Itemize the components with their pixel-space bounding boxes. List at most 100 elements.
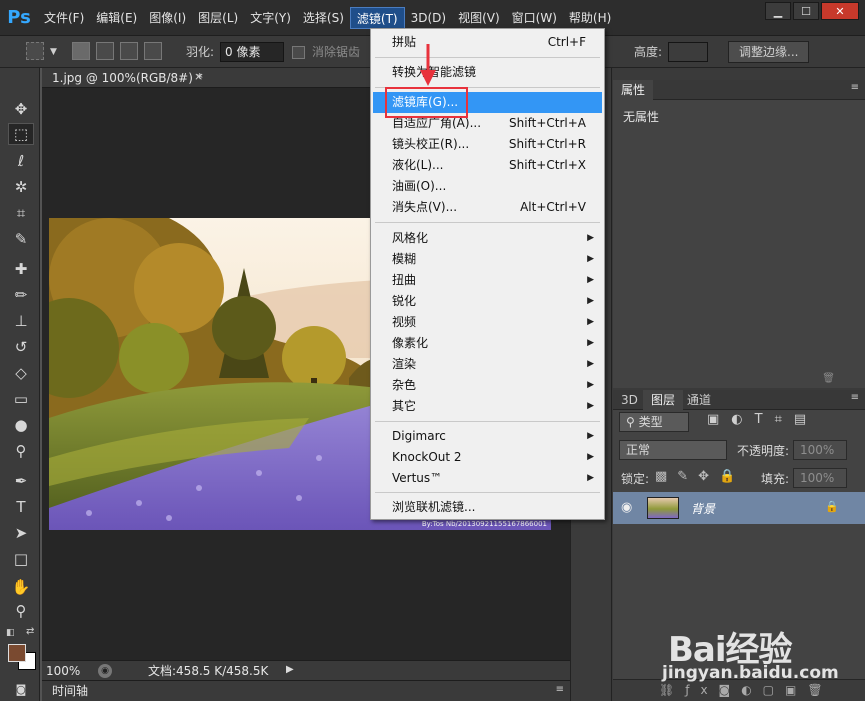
menu-item-tile[interactable]: 拼贴 Ctrl+F bbox=[373, 32, 602, 53]
timeline-label[interactable]: 时间轴 bbox=[52, 683, 88, 699]
opacity-input[interactable]: 100% bbox=[793, 440, 847, 460]
menu-window[interactable]: 窗口(W) bbox=[506, 7, 563, 29]
menu-item-distort[interactable]: 扭曲 ▶ bbox=[373, 270, 602, 291]
menu-select[interactable]: 选择(S) bbox=[297, 7, 350, 29]
tab-3d[interactable]: 3D bbox=[613, 390, 646, 410]
lasso-tool-icon[interactable]: ℓ bbox=[8, 150, 34, 172]
fill-input[interactable]: 100% bbox=[793, 468, 847, 488]
menu-help[interactable]: 帮助(H) bbox=[563, 7, 617, 29]
blend-mode-select[interactable]: 正常 bbox=[619, 440, 727, 460]
refine-edge-button[interactable]: 调整边缘... bbox=[728, 41, 810, 63]
search-icon: ⚲ bbox=[626, 415, 639, 429]
menu-item-oil-paint[interactable]: 油画(O)... bbox=[373, 176, 602, 197]
menu-layer[interactable]: 图层(L) bbox=[192, 7, 244, 29]
panel-menu-icon[interactable]: ≡ bbox=[556, 684, 564, 695]
layer-filter-kind-select[interactable]: ⚲ 类型 bbox=[619, 412, 689, 432]
document-size-info: 文档:458.5 K/458.5K bbox=[148, 664, 269, 678]
swap-colors-icon[interactable]: ⇄ bbox=[26, 626, 36, 637]
restore-button[interactable]: ☐ bbox=[793, 2, 819, 20]
pen-tool-icon[interactable]: ✒ bbox=[8, 470, 34, 492]
layer-name[interactable]: 背景 bbox=[691, 500, 715, 517]
foreground-color-swatch[interactable] bbox=[8, 644, 26, 662]
feather-input[interactable]: 0 像素 bbox=[220, 42, 284, 62]
new-selection-icon[interactable] bbox=[72, 42, 90, 60]
tab-properties[interactable]: 属性 bbox=[613, 80, 654, 100]
menu-item-liquify[interactable]: 液化(L)... Shift+Ctrl+X bbox=[373, 155, 602, 176]
menu-type[interactable]: 文字(Y) bbox=[244, 7, 297, 29]
lock-icons[interactable]: ▩✎✥🔒 bbox=[655, 469, 745, 484]
menu-item-video[interactable]: 视频 ▶ bbox=[373, 312, 602, 333]
antialias-label: 消除锯齿 bbox=[312, 45, 361, 59]
menu-item-other[interactable]: 其它 ▶ bbox=[373, 396, 602, 417]
menu-item-convert-smart-filter[interactable]: 转换为智能滤镜 bbox=[373, 62, 602, 83]
layer-filter-icons[interactable]: ▣◐T⌗▤ bbox=[707, 412, 818, 427]
status-menu-arrow-icon[interactable]: ▶ bbox=[286, 664, 294, 675]
menu-file[interactable]: 文件(F) bbox=[38, 7, 90, 29]
menu-item-sharpen[interactable]: 锐化 ▶ bbox=[373, 291, 602, 312]
menu-filter[interactable]: 滤镜(T) bbox=[349, 6, 405, 29]
menu-image[interactable]: 图像(I) bbox=[143, 7, 192, 29]
close-button[interactable]: ✕ bbox=[821, 2, 859, 20]
gradient-tool-icon[interactable]: ▭ bbox=[8, 388, 34, 410]
default-colors-icon[interactable]: ◧ bbox=[6, 628, 16, 638]
menu-item-pixelate[interactable]: 像素化 ▶ bbox=[373, 333, 602, 354]
add-selection-icon[interactable] bbox=[96, 42, 114, 60]
eyedropper-icon[interactable]: ✎ bbox=[8, 228, 34, 250]
brush-tool-icon[interactable]: ✏ bbox=[8, 284, 34, 306]
type-tool-icon[interactable]: T bbox=[8, 496, 34, 518]
subtract-selection-icon[interactable] bbox=[120, 42, 138, 60]
menu-item-vertus[interactable]: Vertus™ ▶ bbox=[373, 468, 602, 489]
menu-item-filter-gallery[interactable]: 滤镜库(G)... bbox=[373, 92, 602, 113]
layers-footer: ⛓ƒx◙◐▢▣🗑 bbox=[613, 679, 865, 701]
history-brush-icon[interactable]: ↺ bbox=[8, 336, 34, 358]
menu-item-digimarc[interactable]: Digimarc ▶ bbox=[373, 426, 602, 447]
marquee-preset-icon[interactable] bbox=[26, 42, 44, 60]
intersect-selection-icon[interactable] bbox=[144, 42, 162, 60]
marquee-tool-icon[interactable]: ⬚ bbox=[8, 123, 34, 145]
menu-item-lens-correction[interactable]: 镜头校正(R)... Shift+Ctrl+R bbox=[373, 134, 602, 155]
menu-edit[interactable]: 编辑(E) bbox=[90, 7, 143, 29]
layer-footer-icons[interactable]: ⛓ƒx◙◐▢▣🗑 bbox=[659, 683, 834, 697]
rectangle-tool-icon[interactable]: □ bbox=[8, 548, 34, 570]
dodge-tool-icon[interactable]: ⚲ bbox=[8, 440, 34, 462]
trash-icon[interactable]: 🗑 bbox=[822, 373, 835, 384]
menu-item-vanishing-point[interactable]: 消失点(V)... Alt+Ctrl+V bbox=[373, 197, 602, 218]
status-info-icon[interactable]: ◉ bbox=[98, 664, 112, 678]
clone-stamp-icon[interactable]: ⊥ bbox=[8, 310, 34, 332]
eraser-icon[interactable]: ◇ bbox=[8, 362, 34, 384]
menu-item-blur[interactable]: 模糊 ▶ bbox=[373, 249, 602, 270]
lock-icon: 🔒 bbox=[825, 500, 839, 513]
panel-menu-icon[interactable]: ≡ bbox=[851, 392, 859, 403]
tab-layers[interactable]: 图层 bbox=[643, 390, 684, 410]
menu-item-knockout[interactable]: KnockOut 2 ▶ bbox=[373, 447, 602, 468]
menu-item-noise[interactable]: 杂色 ▶ bbox=[373, 375, 602, 396]
timeline-bar: 时间轴 ≡ bbox=[42, 680, 570, 701]
chevron-down-icon[interactable]: ▼ bbox=[50, 42, 57, 62]
tab-channels[interactable]: 通道 bbox=[679, 390, 719, 410]
menu-3d[interactable]: 3D(D) bbox=[405, 7, 452, 29]
minimize-button[interactable]: ▁ bbox=[765, 2, 791, 20]
quick-mask-icon[interactable]: ◙ bbox=[8, 678, 34, 700]
menu-item-render[interactable]: 渲染 ▶ bbox=[373, 354, 602, 375]
crop-tool-icon[interactable]: ⌗ bbox=[8, 202, 34, 224]
menu-view[interactable]: 视图(V) bbox=[452, 7, 506, 29]
path-selection-icon[interactable]: ➤ bbox=[8, 522, 34, 544]
menu-item-browse-online-filters[interactable]: 浏览联机滤镜... bbox=[373, 497, 602, 518]
antialias-checkbox[interactable] bbox=[292, 46, 305, 59]
layer-row[interactable]: ◉ 背景 🔒 bbox=[613, 492, 865, 524]
properties-tab-bar: 属性 ≡ bbox=[613, 80, 865, 100]
height-input[interactable] bbox=[668, 42, 708, 62]
healing-brush-icon[interactable]: ✚ bbox=[8, 258, 34, 280]
menu-item-stylize[interactable]: 风格化 ▶ bbox=[373, 228, 602, 249]
zoom-tool-icon[interactable]: ⚲ bbox=[8, 600, 34, 622]
menu-item-adaptive-wide-angle[interactable]: 自适应广角(A)... Shift+Ctrl+A bbox=[373, 113, 602, 134]
hand-tool-icon[interactable]: ✋ bbox=[8, 576, 34, 598]
eye-icon[interactable]: ◉ bbox=[621, 500, 632, 515]
close-tab-icon[interactable]: × bbox=[194, 70, 203, 83]
panel-menu-icon[interactable]: ≡ bbox=[851, 82, 859, 93]
blur-tool-icon[interactable]: ● bbox=[8, 414, 34, 436]
zoom-level[interactable]: 100% bbox=[46, 663, 80, 679]
layer-filter-kind-label: 类型 bbox=[638, 415, 663, 429]
magic-wand-icon[interactable]: ✲ bbox=[8, 176, 34, 198]
move-tool-icon[interactable]: ✥ bbox=[8, 98, 34, 120]
